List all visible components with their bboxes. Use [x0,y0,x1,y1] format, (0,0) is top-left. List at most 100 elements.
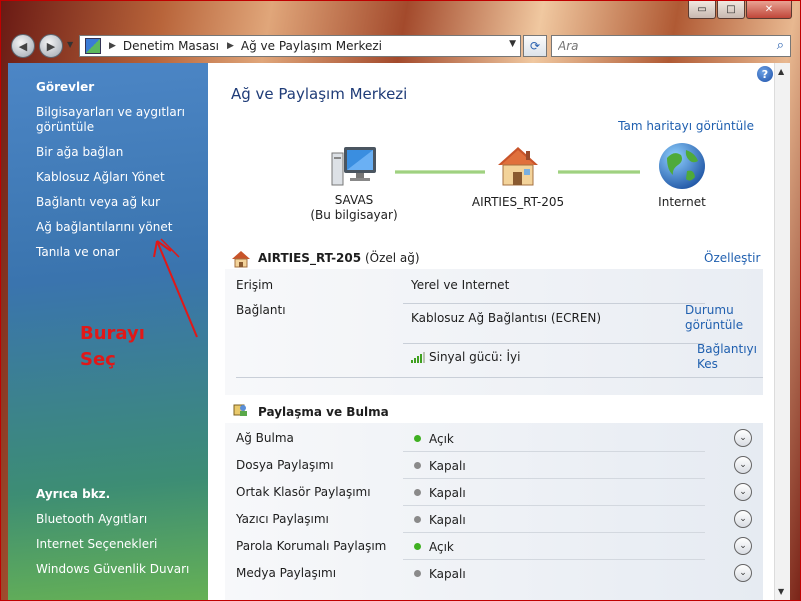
recent-pages-dropdown[interactable]: ▼ [67,40,73,49]
setting-name: Yazıcı Paylaşımı [236,512,329,526]
setting-status: Açık [429,432,454,446]
navigation-bar: ◀ ▶ ▼ ▶ Denetim Masası ▶ Ağ ve Paylaşım … [1,27,800,63]
access-value: Yerel ve Internet [411,278,510,292]
map-node-internet[interactable]: Internet [644,141,720,210]
breadcrumb-separator-icon: ▶ [226,41,234,51]
scroll-down-icon[interactable]: ▼ [778,587,784,596]
setting-name: Ağ Bulma [236,431,294,445]
customize-link[interactable]: Özelleştir [704,251,760,265]
sharing-row-file-sharing: Dosya Paylaşımı Kapalı ⌄ [225,452,763,479]
divider [403,303,705,304]
network-type: (Özel ağ) [364,251,420,265]
breadcrumb-control-panel[interactable]: Denetim Masası [123,39,219,53]
task-connect-network[interactable]: Bir ağa bağlan [36,145,206,160]
task-manage-wireless[interactable]: Kablosuz Ağları Yönet [36,170,206,185]
sharing-row-network-discovery: Ağ Bulma Açık ⌄ [225,425,763,452]
network-node-name: AIRTIES_RT-205 [471,195,565,209]
signal-strength-icon [411,352,425,363]
expand-chevron-icon[interactable]: ⌄ [734,483,752,501]
expand-chevron-icon[interactable]: ⌄ [734,537,752,555]
main-content: ? Ağ ve Paylaşım Merkezi Tam haritayı gö… [208,63,774,600]
connection-label: Bağlantı [236,303,286,317]
expand-chevron-icon[interactable]: ⌄ [734,456,752,474]
divider [403,343,705,344]
task-diagnose-repair[interactable]: Tanıla ve onar [36,245,206,260]
task-view-computers-devices[interactable]: Bilgisayarları ve aygıtları görüntüle [36,105,206,135]
divider [236,377,763,378]
page-title: Ağ ve Paylaşım Merkezi [231,85,408,103]
see-also-firewall[interactable]: Windows Güvenlik Duvarı [36,562,206,577]
sharing-row-printer: Yazıcı Paylaşımı Kapalı ⌄ [225,506,763,533]
search-icon[interactable]: ⌕ [777,38,784,53]
house-icon [498,147,538,186]
network-header: AIRTIES_RT-205 (Özel ağ) [258,251,420,265]
sharing-row-public-folder: Ortak Klasör Paylaşımı Kapalı ⌄ [225,479,763,506]
signal-label: Sinyal gücü: [429,350,503,364]
window-frame: ▭ □ ✕ ◀ ▶ ▼ ▶ Denetim Masası ▶ Ağ ve Pay… [0,0,801,601]
help-icon[interactable]: ? [757,66,773,82]
task-manage-connections[interactable]: Ağ bağlantılarını yönet [36,220,206,235]
setting-status: Kapalı [429,486,466,500]
back-arrow-icon: ◀ [18,39,28,53]
disconnect-link[interactable]: Bağlantıyı Kes [697,342,757,372]
computer-name: SAVAS [334,193,374,207]
setting-name: Medya Paylaşımı [236,566,337,580]
expand-chevron-icon[interactable]: ⌄ [734,564,752,582]
annotation-text: Burayı Seç [80,321,145,373]
signal-value: İyi [506,350,521,364]
map-node-network[interactable]: AIRTIES_RT-205 [468,141,568,210]
status-on-icon [414,543,421,550]
expand-chevron-icon[interactable]: ⌄ [734,429,752,447]
search-input[interactable] [558,39,758,53]
back-button[interactable]: ◀ [11,34,35,58]
breadcrumb-network-center[interactable]: Ağ ve Paylaşım Merkezi [241,39,382,53]
view-full-map-link[interactable]: Tam haritayı görüntüle [618,119,754,133]
sharing-row-password-protected: Parola Korumalı Paylaşım Açık ⌄ [225,533,763,560]
network-details-panel: Erişim Yerel ve Internet Bağlantı Kablos… [225,269,763,395]
setting-name: Dosya Paylaşımı [236,458,334,472]
annotation-line2: Seç [80,349,116,370]
view-status-link[interactable]: Durumu görüntüle [685,303,755,333]
forward-button[interactable]: ▶ [39,34,63,58]
status-off-icon [414,570,421,577]
sharing-icon [233,404,247,416]
refresh-button[interactable]: ⟳ [523,35,547,57]
address-bar[interactable]: ▶ Denetim Masası ▶ Ağ ve Paylaşım Merkez… [79,35,521,57]
see-also-internet-options[interactable]: Internet Seçenekleri [36,537,206,552]
setting-name: Parola Korumalı Paylaşım [236,539,387,553]
search-box[interactable]: ⌕ [551,35,791,57]
computer-icon [331,147,376,186]
status-off-icon [414,516,421,523]
minimize-button[interactable]: ▭ [688,1,716,19]
sharing-row-media: Medya Paylaşımı Kapalı ⌄ [225,560,763,587]
network-house-icon [232,251,250,268]
access-label: Erişim [236,278,274,292]
vertical-scrollbar[interactable]: ▲ ▼ [774,63,790,600]
see-also-bluetooth[interactable]: Bluetooth Aygıtları [36,512,206,527]
setting-status: Kapalı [429,567,466,581]
address-dropdown-icon[interactable]: ▼ [509,39,516,49]
sharing-panel: Ağ Bulma Açık ⌄ Dosya Paylaşımı Kapalı ⌄… [225,423,763,600]
task-setup-connection[interactable]: Bağlantı veya ağ kur [36,195,206,210]
control-panel-icon [85,38,101,54]
refresh-icon: ⟳ [529,39,541,53]
scroll-up-icon[interactable]: ▲ [778,67,784,76]
status-on-icon [414,435,421,442]
tasks-heading: Görevler [36,80,95,94]
caption-buttons: ▭ □ ✕ [688,1,792,19]
map-link-line [558,170,640,174]
connection-value[interactable]: Kablosuz Ağ Bağlantısı (ECREN) [411,311,601,325]
internet-label: Internet [658,195,706,209]
setting-name: Ortak Klasör Paylaşımı [236,485,371,499]
map-node-computer[interactable]: SAVAS (Bu bilgisayar) [298,143,410,223]
globe-icon [659,143,705,189]
network-name: AIRTIES_RT-205 [258,251,362,265]
expand-chevron-icon[interactable]: ⌄ [734,510,752,528]
computer-subtitle: (Bu bilgisayar) [310,208,398,222]
close-button[interactable]: ✕ [746,1,792,19]
breadcrumb-separator-icon: ▶ [109,41,116,51]
setting-status: Kapalı [429,459,466,473]
annotation-line1: Burayı [80,323,145,344]
maximize-button[interactable]: □ [717,1,745,19]
see-also-heading: Ayrıca bkz. [36,487,111,501]
